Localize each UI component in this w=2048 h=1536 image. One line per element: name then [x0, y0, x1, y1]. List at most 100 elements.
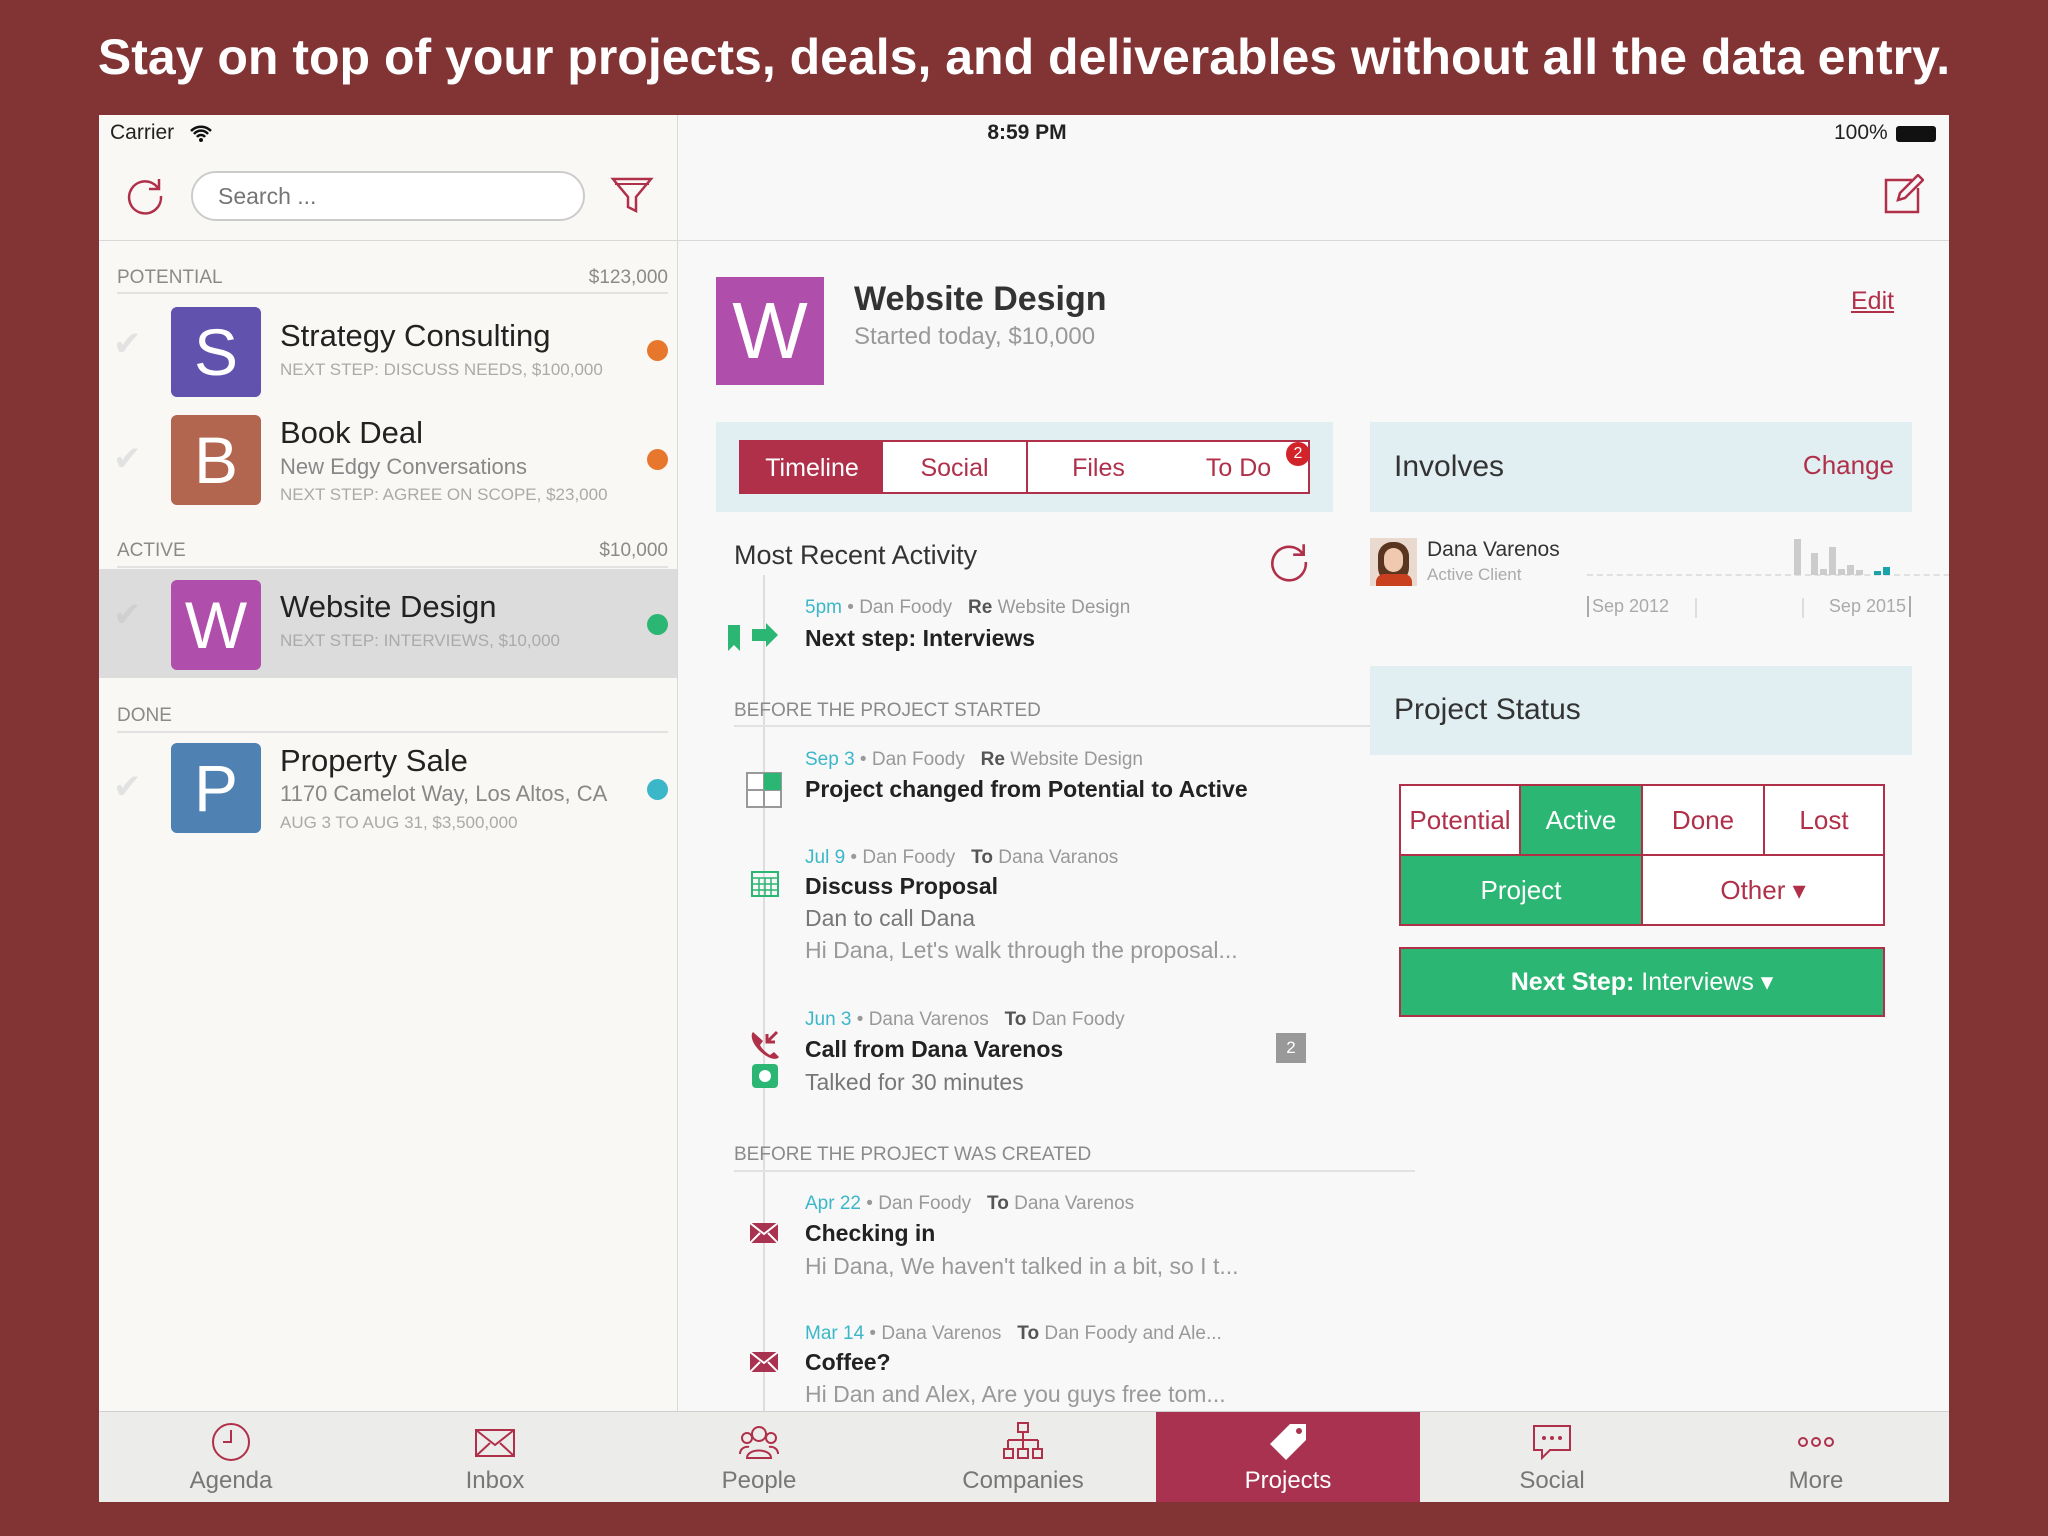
header-divider — [99, 240, 1949, 241]
timeline-item-title[interactable]: Project changed from Potential to Active — [805, 776, 1248, 803]
status-dot — [647, 779, 668, 800]
tab-projects[interactable]: Projects — [1156, 1412, 1420, 1502]
next-step-dropdown[interactable]: Next Step: Interviews ▾ — [1399, 947, 1885, 1017]
axis-tick — [1802, 598, 1804, 618]
contact-avatar[interactable] — [1370, 538, 1417, 586]
tab-agenda[interactable]: Agenda — [99, 1412, 363, 1502]
stage-active[interactable]: Active — [1519, 784, 1643, 856]
mail-icon — [475, 1429, 515, 1457]
stage-done[interactable]: Done — [1641, 784, 1765, 856]
comment-count-badge[interactable]: 2 — [1276, 1033, 1306, 1063]
change-link[interactable]: Change — [1803, 450, 1894, 481]
avatar-letter: P — [171, 743, 261, 833]
timeline-meta: Mar 14 • Dana Varenos To Dan Foody and A… — [805, 1323, 1222, 1344]
tab-more[interactable]: More — [1684, 1412, 1948, 1502]
next-step-flag-icon — [728, 623, 778, 651]
type-project[interactable]: Project — [1399, 854, 1643, 926]
tab-files[interactable]: Files — [1026, 440, 1171, 494]
stage-potential[interactable]: Potential — [1399, 784, 1521, 856]
project-next-step: Next step: Agree on scope, $23,000 — [280, 485, 608, 504]
timeline-item-title[interactable]: Call from Dana Varenos — [805, 1036, 1063, 1063]
project-dates-value: Aug 3 to Aug 31, $3,500,000 — [280, 813, 518, 832]
checkmark-icon[interactable]: ✔ — [113, 595, 142, 635]
compose-icon[interactable] — [1882, 174, 1924, 216]
filter-icon[interactable] — [610, 173, 654, 217]
sparkline-end-label: Sep 2015 — [1829, 596, 1911, 617]
checkmark-icon[interactable]: ✔ — [113, 767, 142, 807]
tab-inbox[interactable]: Inbox — [363, 1412, 627, 1502]
phone-incoming-icon — [751, 1030, 779, 1088]
avatar-letter: W — [171, 580, 261, 670]
sparkline-bar — [1847, 565, 1854, 575]
project-avatar: W — [716, 277, 824, 385]
project-status-title: Project Status — [1394, 693, 1581, 726]
section-potential-total: $123,000 — [588, 267, 668, 288]
project-row-website-design[interactable]: ✔ W Website Design Next step: Interviews… — [99, 569, 677, 678]
section-active: ACTIVE — [117, 540, 186, 561]
timeline-meta: Apr 22 • Dan Foody To Dana Varenos — [805, 1193, 1135, 1214]
timeline-meta: Jul 9 • Dan Foody To Dana Varanos — [805, 847, 1119, 868]
project-row-strategy[interactable]: ✔ S Strategy Consulting Next step: Discu… — [99, 300, 677, 410]
sparkline-bar — [1820, 569, 1827, 575]
status-dot — [647, 449, 668, 470]
project-title: Website Design — [280, 589, 497, 624]
timeline-item-title[interactable]: Discuss Proposal — [805, 873, 998, 900]
timeline-meta: Sep 3 • Dan Foody Re Website Design — [805, 749, 1143, 770]
timeline-item-title[interactable]: Next step: Interviews — [805, 625, 1035, 652]
project-row-property-sale[interactable]: ✔ P Property Sale 1170 Camelot Way, Los … — [99, 743, 677, 853]
tab-people[interactable]: People — [627, 1412, 891, 1502]
timeline-item-title[interactable]: Checking in — [805, 1220, 935, 1247]
search-input[interactable] — [191, 171, 585, 221]
refresh-icon[interactable] — [124, 174, 166, 216]
battery-icon — [1896, 126, 1936, 142]
divider — [117, 292, 668, 294]
project-title: Strategy Consulting — [280, 318, 551, 353]
more-dots-icon — [1798, 1437, 1834, 1447]
timeline-item-preview: Hi Dana, We haven't talked in a bit, so … — [805, 1253, 1239, 1279]
sparkline-bar — [1856, 570, 1863, 575]
timeline-item-preview: Hi Dan and Alex, Are you guys free tom..… — [805, 1381, 1226, 1407]
type-other-dropdown[interactable]: Other ▾ — [1641, 854, 1885, 926]
tab-social[interactable]: Social — [1420, 1412, 1684, 1502]
project-row-book-deal[interactable]: ✔ B Book Deal New Edgy Conversations Nex… — [99, 415, 677, 525]
involves-panel: Involves Change — [1370, 422, 1912, 512]
timeline-section-label: BEFORE THE PROJECT WAS CREATED — [734, 1144, 1092, 1165]
wifi-icon — [190, 125, 212, 142]
timeline-refresh-icon[interactable] — [1267, 539, 1311, 583]
divider — [117, 566, 668, 568]
checkmark-icon[interactable]: ✔ — [113, 439, 142, 479]
todo-badge: 2 — [1286, 442, 1310, 466]
clock-icon — [212, 1423, 250, 1461]
timeline-item-title[interactable]: Coffee? — [805, 1349, 891, 1376]
app-window: Carrier 8:59 PM 100% POTENTIAL $123,000 … — [99, 115, 1949, 1502]
project-title: Website Design — [854, 280, 1107, 318]
battery-percent: 100% — [1834, 121, 1888, 144]
project-title: Book Deal — [280, 415, 424, 450]
org-chart-icon — [1003, 1422, 1043, 1459]
tab-social[interactable]: Social — [883, 440, 1028, 494]
status-dot — [647, 614, 668, 635]
clock: 8:59 PM — [987, 121, 1067, 144]
edit-link[interactable]: Edit — [1851, 287, 1894, 316]
sparkline-bar — [1874, 571, 1881, 575]
contact-name[interactable]: Dana Varenos — [1427, 538, 1560, 562]
calendar-icon — [751, 871, 779, 897]
checkmark-icon[interactable]: ✔ — [113, 324, 142, 364]
mail-icon — [750, 1223, 778, 1243]
tab-companies[interactable]: Companies — [891, 1412, 1155, 1502]
people-icon — [739, 1426, 779, 1459]
project-address: 1170 Camelot Way, Los Altos, CA — [280, 781, 608, 806]
project-next-step: Next step: Interviews, $10,000 — [280, 631, 560, 650]
sparkline-bar — [1829, 547, 1836, 575]
timeline-heading: Most Recent Activity — [734, 540, 978, 570]
section-done: DONE — [117, 705, 172, 726]
divider — [734, 1170, 1415, 1172]
sparkline-bar — [1794, 539, 1801, 575]
tab-timeline[interactable]: Timeline — [739, 440, 885, 494]
stage-lost[interactable]: Lost — [1763, 784, 1885, 856]
project-status-panel: Project Status — [1370, 666, 1912, 755]
chat-icon — [1533, 1425, 1571, 1461]
timeline-section-label: BEFORE THE PROJECT STARTED — [734, 700, 1041, 721]
project-next-step: Next step: Discuss needs, $100,000 — [280, 360, 603, 379]
timeline-meta: Jun 3 • Dana Varenos To Dan Foody — [805, 1009, 1125, 1030]
